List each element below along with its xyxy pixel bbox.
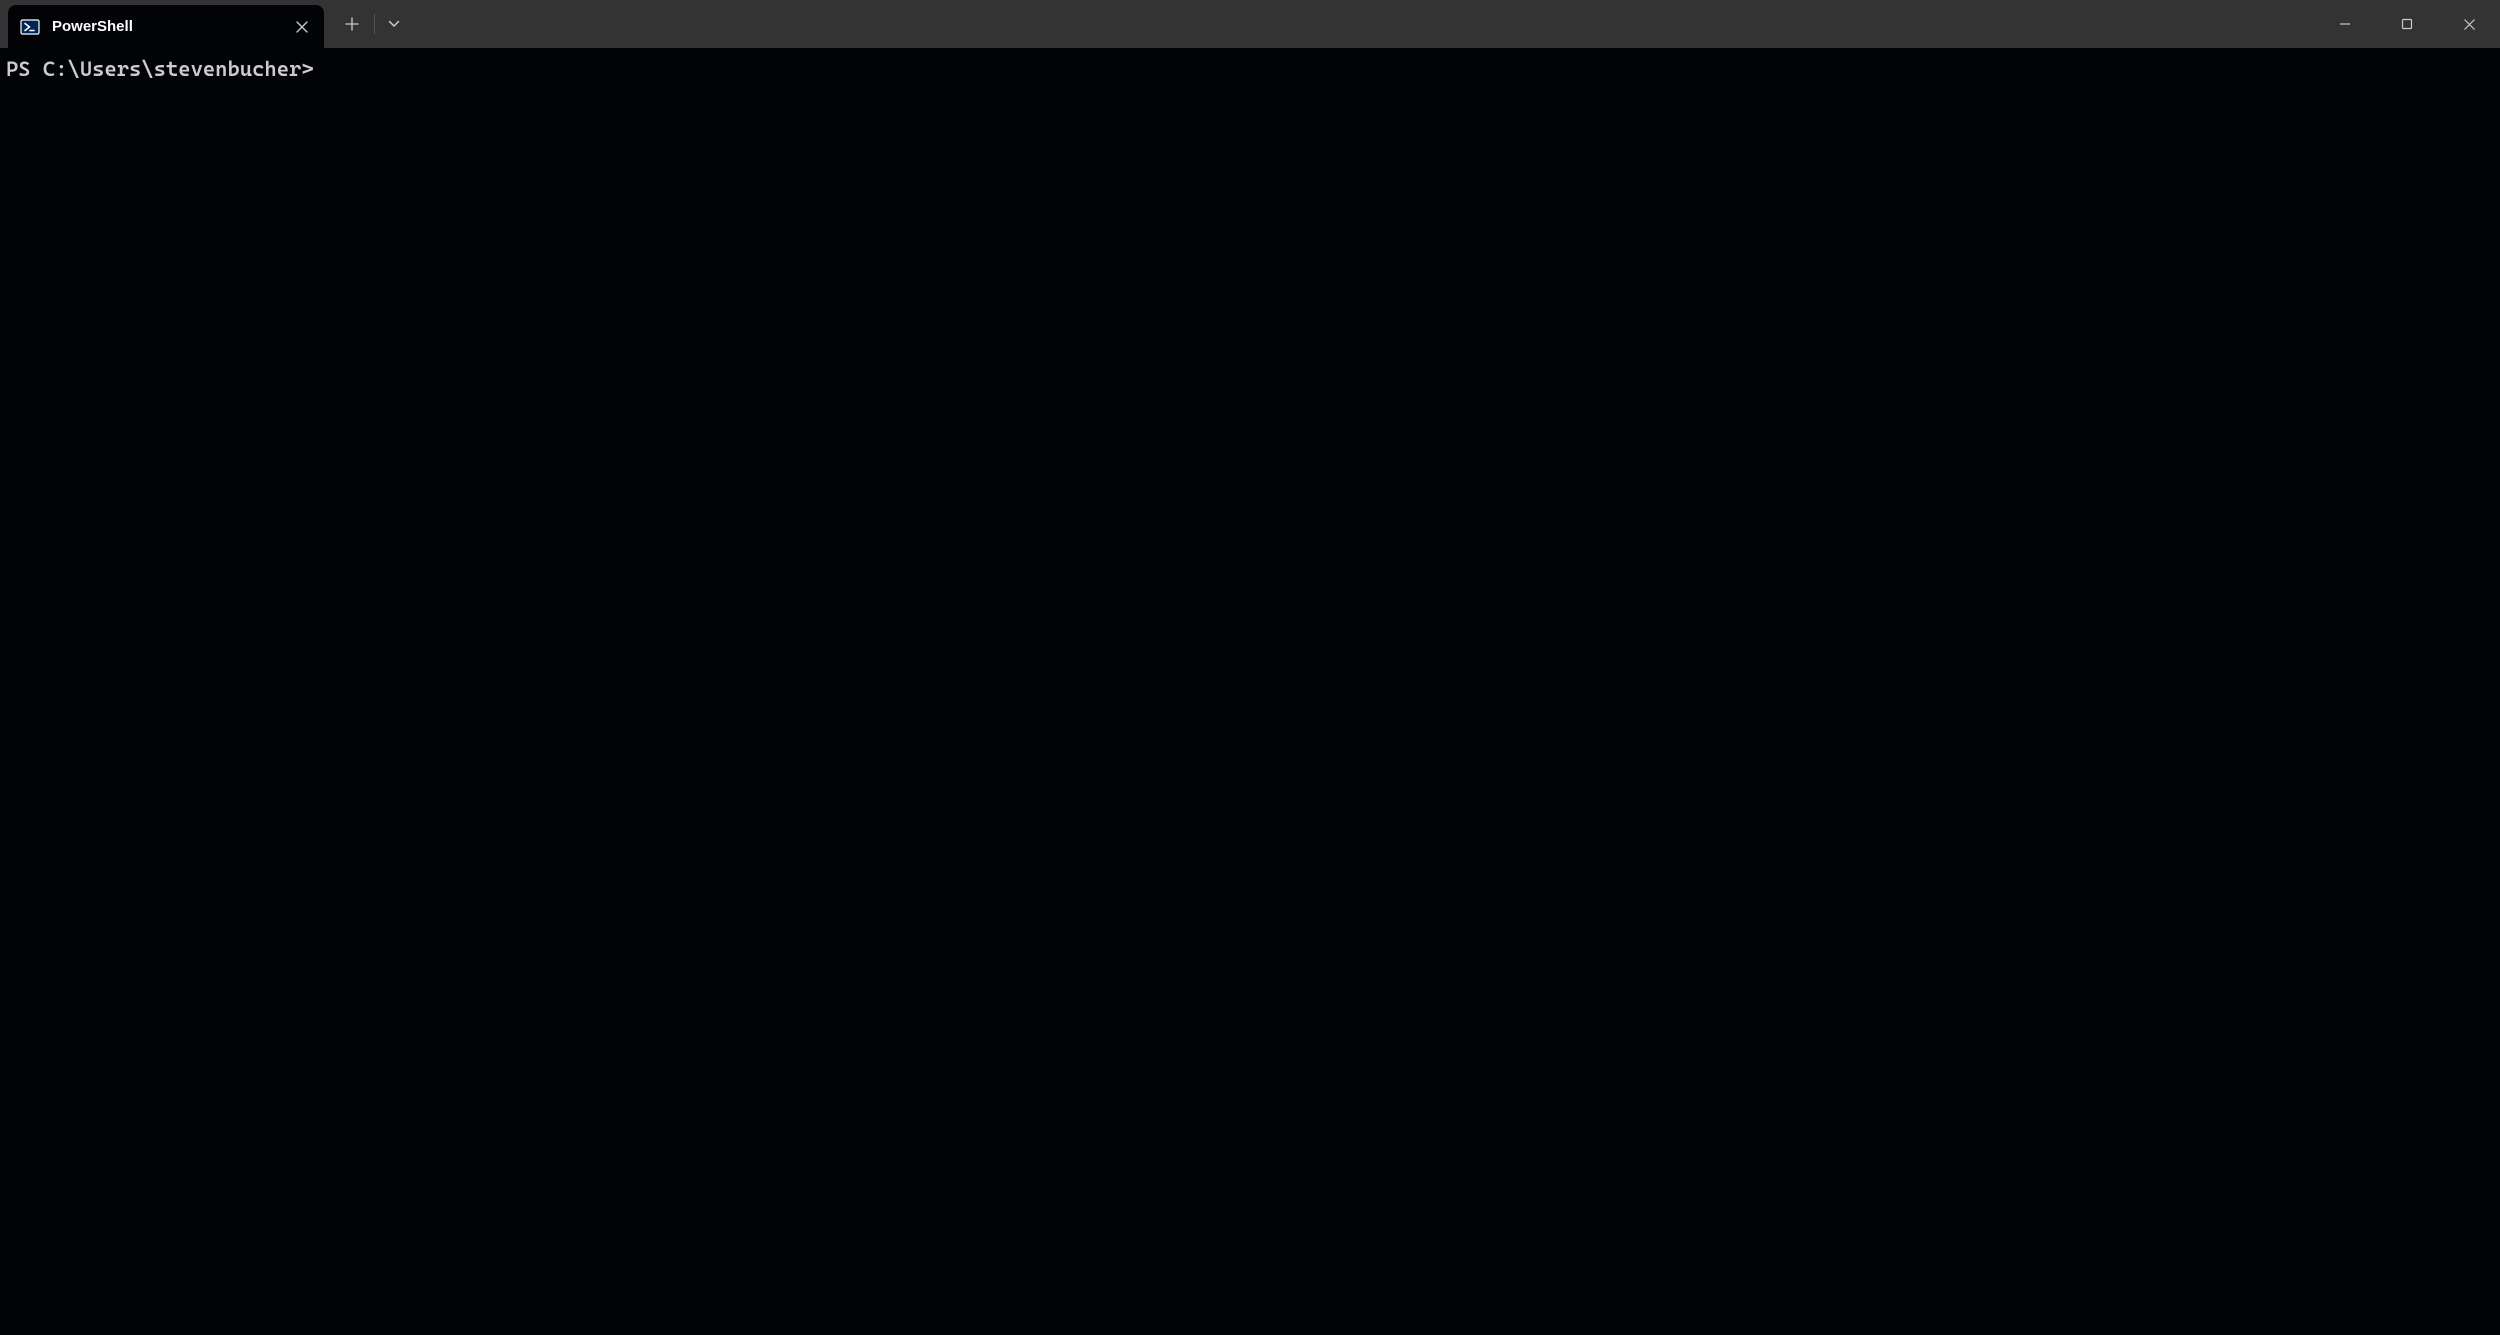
titlebar-drag-region[interactable] — [411, 0, 2314, 48]
close-icon — [296, 21, 308, 33]
close-window-button[interactable] — [2438, 0, 2500, 48]
new-tab-button[interactable] — [332, 5, 372, 43]
new-tab-area — [324, 0, 411, 48]
tab-area: PowerShell — [0, 0, 324, 48]
new-tab-dropdown-button[interactable] — [377, 5, 411, 43]
window: PowerShell — [0, 0, 2500, 1335]
terminal-prompt: PS C:\Users\stevenbucher> — [6, 56, 2494, 83]
window-controls — [2314, 0, 2500, 48]
minimize-button[interactable] — [2314, 0, 2376, 48]
terminal-area[interactable]: PS C:\Users\stevenbucher> — [0, 48, 2500, 1335]
chevron-down-icon — [388, 20, 400, 28]
close-icon — [2463, 18, 2476, 31]
minimize-icon — [2339, 18, 2351, 30]
tab-close-button[interactable] — [288, 13, 316, 41]
plus-icon — [345, 17, 359, 31]
tab-label: PowerShell — [52, 18, 288, 35]
powershell-icon — [20, 17, 40, 37]
divider — [374, 14, 375, 34]
tab-powershell[interactable]: PowerShell — [8, 5, 324, 48]
maximize-icon — [2401, 18, 2413, 30]
maximize-button[interactable] — [2376, 0, 2438, 48]
titlebar: PowerShell — [0, 0, 2500, 48]
